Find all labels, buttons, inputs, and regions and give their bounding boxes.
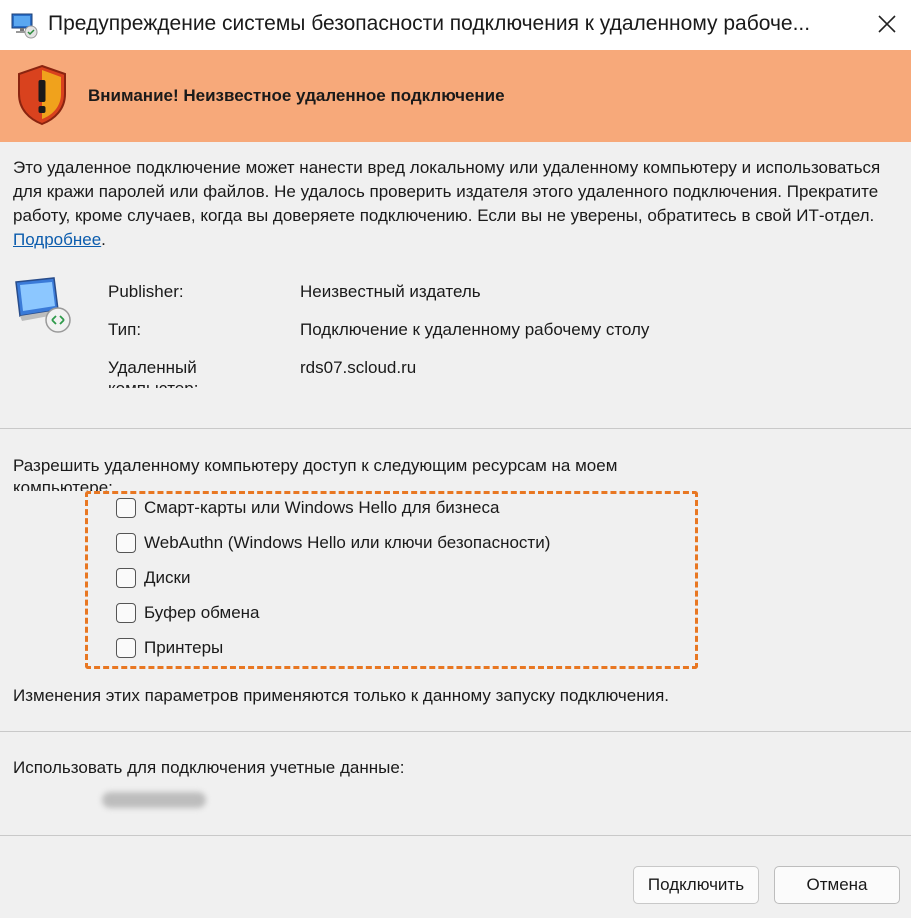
checkbox-label: Диски <box>144 568 191 587</box>
window-title: Предупреждение системы безопасности подк… <box>48 12 811 35</box>
title-bar: Предупреждение системы безопасности подк… <box>0 0 911 50</box>
publisher-label: Publisher: <box>108 282 184 301</box>
checkbox[interactable] <box>116 638 136 658</box>
checkbox[interactable] <box>116 533 136 553</box>
type-label: Тип: <box>108 320 142 339</box>
checkbox-label: WebAuthn (Windows Hello или ключи безопа… <box>144 533 551 552</box>
settings-note: Изменения этих параметров применяются то… <box>13 686 670 705</box>
cancel-button[interactable]: Отмена <box>774 866 900 904</box>
separator <box>0 428 911 429</box>
redacted-username <box>102 792 206 808</box>
remote-computer-value: rds07.scloud.ru <box>300 358 417 377</box>
checkbox[interactable] <box>116 603 136 623</box>
close-icon <box>878 15 896 33</box>
checkbox-label: Смарт-карты или Windows Hello для бизнес… <box>144 498 500 517</box>
publisher-value: Неизвестный издатель <box>300 282 481 301</box>
credentials-label: Использовать для подключения учетные дан… <box>13 758 405 777</box>
checkbox-clipboard[interactable]: Буфер обмена <box>116 600 260 626</box>
checkbox-smartcards[interactable]: Смарт-карты или Windows Hello для бизнес… <box>116 495 499 521</box>
checkbox-printers[interactable]: Принтеры <box>116 635 223 661</box>
checkbox-label: Буфер обмена <box>144 603 260 622</box>
remote-desktop-app-icon <box>11 13 38 39</box>
connect-button[interactable]: Подключить <box>633 866 759 904</box>
checkbox-drives[interactable]: Диски <box>116 565 190 591</box>
learn-more-link[interactable]: Подробнее <box>13 230 101 249</box>
permissions-intro: Разрешить удаленному компьютеру доступ к… <box>13 456 618 491</box>
warning-shield-icon <box>18 64 66 126</box>
banner-heading: Внимание! Неизвестное удаленное подключе… <box>88 86 505 105</box>
checkbox-webauthn[interactable]: WebAuthn (Windows Hello или ключи безопа… <box>116 530 550 556</box>
checkbox[interactable] <box>116 498 136 518</box>
description-trailing: . <box>101 230 106 249</box>
remote-computer-icon <box>15 277 71 333</box>
remote-computer-label: Удаленный компьютер: <box>108 358 198 388</box>
separator <box>0 731 911 732</box>
warning-banner: Внимание! Неизвестное удаленное подключе… <box>0 50 911 142</box>
separator <box>0 835 911 836</box>
type-value: Подключение к удаленному рабочему столу <box>300 320 650 339</box>
warning-description: Это удаленное подключение может нанести … <box>13 156 893 252</box>
checkbox[interactable] <box>116 568 136 588</box>
description-text: Это удаленное подключение может нанести … <box>13 158 881 225</box>
close-button[interactable] <box>868 6 906 42</box>
checkbox-label: Принтеры <box>144 638 224 657</box>
